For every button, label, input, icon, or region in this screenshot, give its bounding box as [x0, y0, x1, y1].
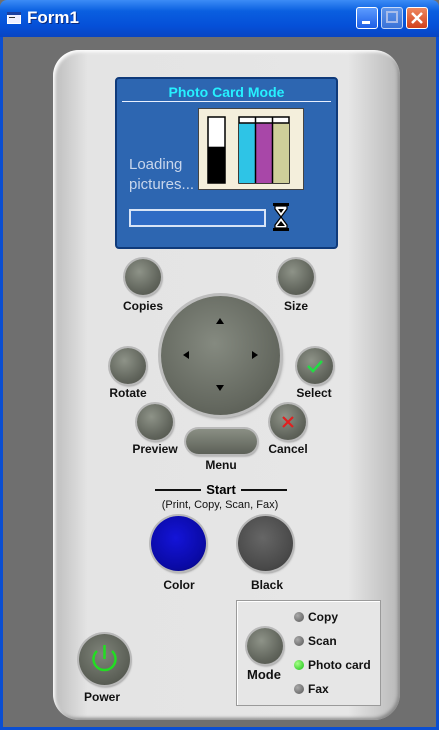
- arrow-up-icon[interactable]: [216, 318, 224, 324]
- ink-black-level: [208, 146, 225, 183]
- window-icon: [7, 12, 21, 24]
- ink-levels-graphic: [207, 116, 290, 184]
- rotate-button[interactable]: [110, 348, 146, 384]
- ink-yellow-level: [273, 123, 289, 183]
- lcd-loading-line1: Loading: [129, 156, 183, 173]
- menu-label: Menu: [205, 458, 237, 472]
- scan-mode-label: Scan: [308, 634, 337, 648]
- menu-button[interactable]: [186, 429, 257, 454]
- size-button[interactable]: [278, 259, 314, 295]
- start-color-button[interactable]: [151, 516, 206, 571]
- fax-mode-led: [294, 684, 304, 694]
- lcd-divider: [122, 101, 331, 102]
- app-window: Form1 Photo Card Mode Loading pictures..…: [0, 0, 439, 730]
- start-black-button[interactable]: [238, 516, 293, 571]
- cancel-button[interactable]: [270, 404, 306, 440]
- arrow-down-icon[interactable]: [216, 385, 224, 391]
- progress-fill: [131, 211, 264, 225]
- title-bar[interactable]: Form1: [0, 0, 439, 37]
- rotate-label: Rotate: [109, 386, 147, 400]
- minimize-icon: [362, 21, 370, 24]
- preview-label: Preview: [132, 442, 178, 456]
- hourglass-icon: [273, 203, 289, 231]
- lcd-title: Photo Card Mode: [168, 84, 285, 100]
- ink-cyan-level: [239, 123, 255, 183]
- ink-magenta-level: [256, 123, 272, 183]
- copy-mode-led: [294, 612, 304, 622]
- preview-button[interactable]: [137, 404, 173, 440]
- start-divider-left: [155, 489, 201, 491]
- ink-levels: [198, 108, 304, 190]
- black-label: Black: [250, 578, 284, 592]
- window-frame-left: [0, 37, 3, 730]
- mode-label: Mode: [247, 667, 281, 682]
- size-label: Size: [283, 299, 308, 313]
- maximize-icon: [386, 11, 398, 23]
- scan-mode-led: [294, 636, 304, 646]
- minimize-button[interactable]: [356, 7, 378, 29]
- start-divider-right: [241, 489, 287, 491]
- start-label: Start: [206, 482, 236, 497]
- color-label: Color: [163, 578, 195, 592]
- close-icon: [411, 12, 423, 24]
- copies-label: Copies: [122, 299, 163, 313]
- mode-panel: Mode Copy Scan Photo card Fax: [236, 600, 381, 706]
- window-title: Form1: [27, 8, 79, 27]
- start-subtitle: (Print, Copy, Scan, Fax): [161, 499, 279, 511]
- select-label: Select: [296, 386, 332, 400]
- navigation-pad[interactable]: [161, 296, 280, 415]
- select-button[interactable]: [297, 348, 333, 384]
- lcd-loading-text: Loading pictures...: [129, 155, 194, 195]
- copies-button[interactable]: [125, 259, 161, 295]
- photo-card-mode-label: Photo card: [308, 658, 371, 672]
- loading-progress-bar: [129, 209, 266, 227]
- mode-button[interactable]: [247, 628, 283, 664]
- power-button[interactable]: [79, 634, 130, 685]
- lcd-screen: Photo Card Mode Loading pictures...: [115, 77, 338, 249]
- power-label: Power: [83, 690, 120, 704]
- fax-mode-label: Fax: [308, 682, 329, 696]
- arrow-left-icon[interactable]: [183, 351, 189, 359]
- photo-card-mode-led: [294, 660, 304, 670]
- maximize-button[interactable]: [381, 7, 403, 29]
- arrow-right-icon[interactable]: [252, 351, 258, 359]
- cancel-label: Cancel: [268, 442, 308, 456]
- copy-mode-label: Copy: [308, 610, 338, 624]
- lcd-loading-line2: pictures...: [129, 176, 195, 193]
- checkmark-icon: [307, 360, 323, 373]
- cancel-x-icon: [282, 416, 294, 428]
- power-icon: [92, 645, 117, 672]
- close-button[interactable]: [406, 7, 428, 29]
